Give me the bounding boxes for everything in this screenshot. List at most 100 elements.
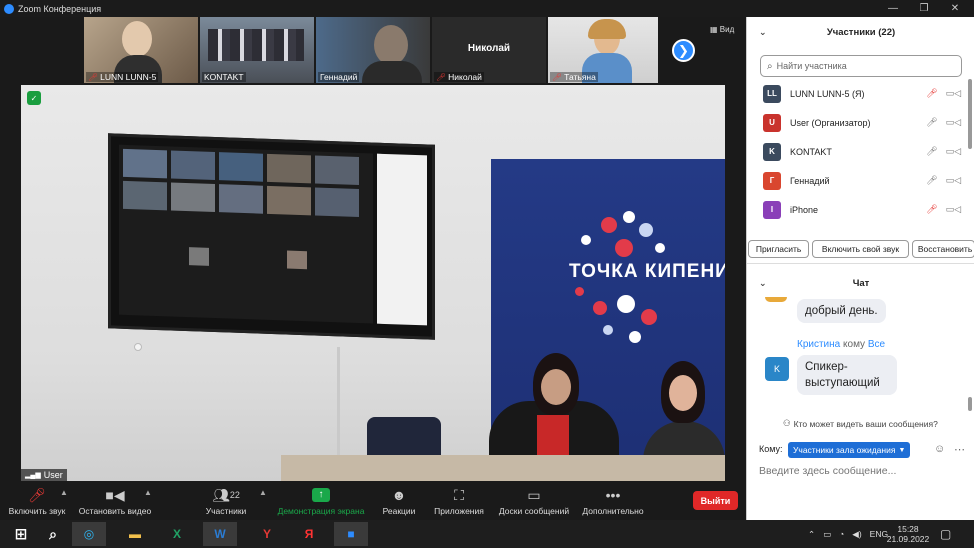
network-icon[interactable]: ▭ [823, 529, 831, 540]
chat-recipient[interactable]: Все [868, 339, 885, 350]
video-camera-icon: ▭◁ [945, 175, 961, 185]
yandex-icon[interactable]: Я [292, 522, 326, 546]
more-button[interactable]: ••• Дополнительно [580, 482, 646, 520]
chat-input[interactable] [759, 463, 959, 479]
participants-options-caret[interactable]: ▲ [259, 488, 267, 497]
mic-muted-icon: 🎤︎ [552, 72, 563, 82]
windows-start-icon[interactable]: ⊞ [4, 522, 38, 546]
chevron-down-icon[interactable]: ⌄ [759, 278, 767, 289]
avatar: Г [763, 171, 781, 190]
mic-muted-icon: 🎤︎ [436, 72, 447, 82]
leave-button[interactable]: Выйти [693, 491, 738, 510]
participant-name: KONTAKT [790, 146, 832, 157]
participant-row[interactable]: I iPhone 🎤︎ ▭◁ [747, 195, 974, 224]
chevron-down-icon[interactable]: ⌄ [759, 27, 767, 38]
notifications-icon[interactable]: ▢ [940, 520, 951, 548]
search-icon[interactable]: ⌕ [36, 522, 70, 546]
restore-button[interactable]: ❐ [909, 0, 939, 17]
participants-scrollbar[interactable] [968, 79, 972, 149]
participant-name: Геннадий [790, 175, 830, 186]
mic-icon: 🎤︎ [926, 117, 938, 127]
excel-icon[interactable]: X [160, 522, 194, 546]
participant-search-input[interactable] [776, 61, 957, 71]
word-icon[interactable]: W [203, 522, 237, 546]
participant-name: iPhone [790, 204, 819, 215]
video-thumb[interactable]: KONTAKT [200, 17, 314, 83]
to-label: Кому: [759, 444, 783, 454]
whiteboards-label: Доски сообщений [498, 506, 570, 516]
apps-label: Приложения [434, 506, 484, 516]
chevron-down-icon: ▼ [898, 446, 906, 454]
audio-options-caret[interactable]: ▲ [60, 488, 68, 497]
grid-icon: ▦ [710, 25, 720, 34]
video-thumb[interactable]: Геннадий [316, 17, 430, 83]
visibility-note[interactable]: ⚇ Кто может видеть ваши сообщения? [783, 418, 938, 429]
minimize-button[interactable]: — [878, 0, 908, 17]
mic-muted-icon: 🎤︎ [926, 204, 938, 214]
whiteboards-button[interactable]: ▭ Доски сообщений [496, 482, 572, 520]
restore-button[interactable]: Восстановить [911, 240, 974, 258]
zoom-logo-icon [4, 3, 14, 14]
chevron-up-icon[interactable]: ⌃ [808, 529, 815, 540]
participant-row[interactable]: LL LUNN LUNN-5 (Я) 🎤︎ ▭◁ [747, 79, 974, 108]
video-camera-icon: ▭◁ [945, 88, 961, 98]
participant-row[interactable]: Г Геннадий 🎤︎ ▭◁ [747, 166, 974, 195]
video-thumb[interactable]: 🎤︎ Татьяна [548, 17, 658, 83]
share-screen-button[interactable]: ↑ Демонстрация экрана [274, 482, 368, 520]
participant-row[interactable]: K KONTAKT 🎤︎ ▭◁ [747, 137, 974, 166]
title-bar: Zoom Конференция — ❐ ✕ [0, 0, 974, 17]
participant-row[interactable]: U User (Организатор) 🎤︎ ▭◁ [747, 108, 974, 137]
system-tray: ⌃ ▭ ◔ ◀) ENG [808, 520, 888, 548]
apps-button[interactable]: ⛶ Приложения [430, 482, 488, 520]
recipient-dropdown[interactable]: Участники зала ожидания ▼ [788, 442, 911, 458]
zoom-app-icon[interactable]: ■ [334, 522, 368, 546]
stop-video-button[interactable]: ■◀ Остановить видео [76, 482, 154, 520]
reactions-label: Реакции [382, 506, 416, 516]
clock[interactable]: 15:28 21.09.2022 [886, 520, 930, 548]
video-camera-icon: ■◀ [105, 487, 125, 503]
video-thumb[interactable]: Николай 🎤︎ Николай [432, 17, 546, 83]
view-label: Вид [719, 25, 735, 34]
more-dots-icon[interactable]: ⋯ [954, 443, 965, 456]
invite-button[interactable]: Пригласить [748, 240, 810, 258]
participants-header: ⌄ Участники (22) [747, 19, 974, 45]
view-button[interactable]: ▦ Вид [710, 25, 734, 34]
mic-muted-icon: 🎤︎ [926, 88, 938, 98]
participant-name: User (Организатор) [790, 117, 871, 128]
participants-title: Участники (22) [826, 26, 896, 38]
chat-sender[interactable]: Кристина [797, 339, 840, 350]
participant-actions: Пригласить Включить свой звук Восстанови… [748, 240, 974, 258]
more-label: Дополнительно [582, 506, 644, 516]
mic-muted-icon: 🎤︎ [88, 72, 99, 82]
next-page-button[interactable]: ❯ [672, 39, 695, 62]
participants-button[interactable]: 👥︎22 Участники [196, 482, 256, 520]
chat-scrollbar[interactable] [968, 397, 972, 411]
encryption-shield-icon[interactable]: ✓ [27, 91, 41, 105]
reactions-button[interactable]: ☻ Реакции [378, 482, 420, 520]
thumb-caption: Николай [467, 43, 511, 54]
avatar: I [763, 200, 781, 219]
speaker-name: User [43, 470, 63, 480]
edge-browser-icon[interactable]: ◎ [72, 522, 106, 546]
apps-icon: ⛶ [454, 487, 464, 503]
video-options-caret[interactable]: ▲ [144, 488, 152, 497]
yandex-browser-icon[interactable]: Y [250, 522, 284, 546]
volume-icon[interactable]: ◀) [852, 529, 861, 540]
unmute-label: Включить звук [8, 506, 66, 516]
avatar: K [763, 142, 781, 161]
unmute-self-button[interactable]: Включить свой звук [812, 240, 909, 258]
mic-icon: 🎤︎ [926, 175, 938, 185]
participant-search[interactable]: ⌕ [760, 55, 962, 77]
close-button[interactable]: ✕ [940, 0, 970, 17]
reaction-smile-icon: ☻ [391, 487, 407, 503]
emoji-icon[interactable]: ☺ [934, 443, 945, 455]
participants-label: Участники [205, 506, 247, 516]
clock-date: 21.09.2022 [886, 534, 930, 544]
avatar [765, 297, 787, 302]
video-thumb[interactable]: 🎤︎ LUNN LUNN-5 [84, 17, 198, 83]
file-explorer-icon[interactable]: ▬ [118, 522, 152, 546]
video-camera-icon: ▭◁ [945, 204, 961, 214]
wifi-icon[interactable]: ◔ [839, 529, 844, 539]
speaker-name-label: ▂▄▆ User [21, 469, 67, 481]
thumb-name: Геннадий [320, 72, 358, 82]
